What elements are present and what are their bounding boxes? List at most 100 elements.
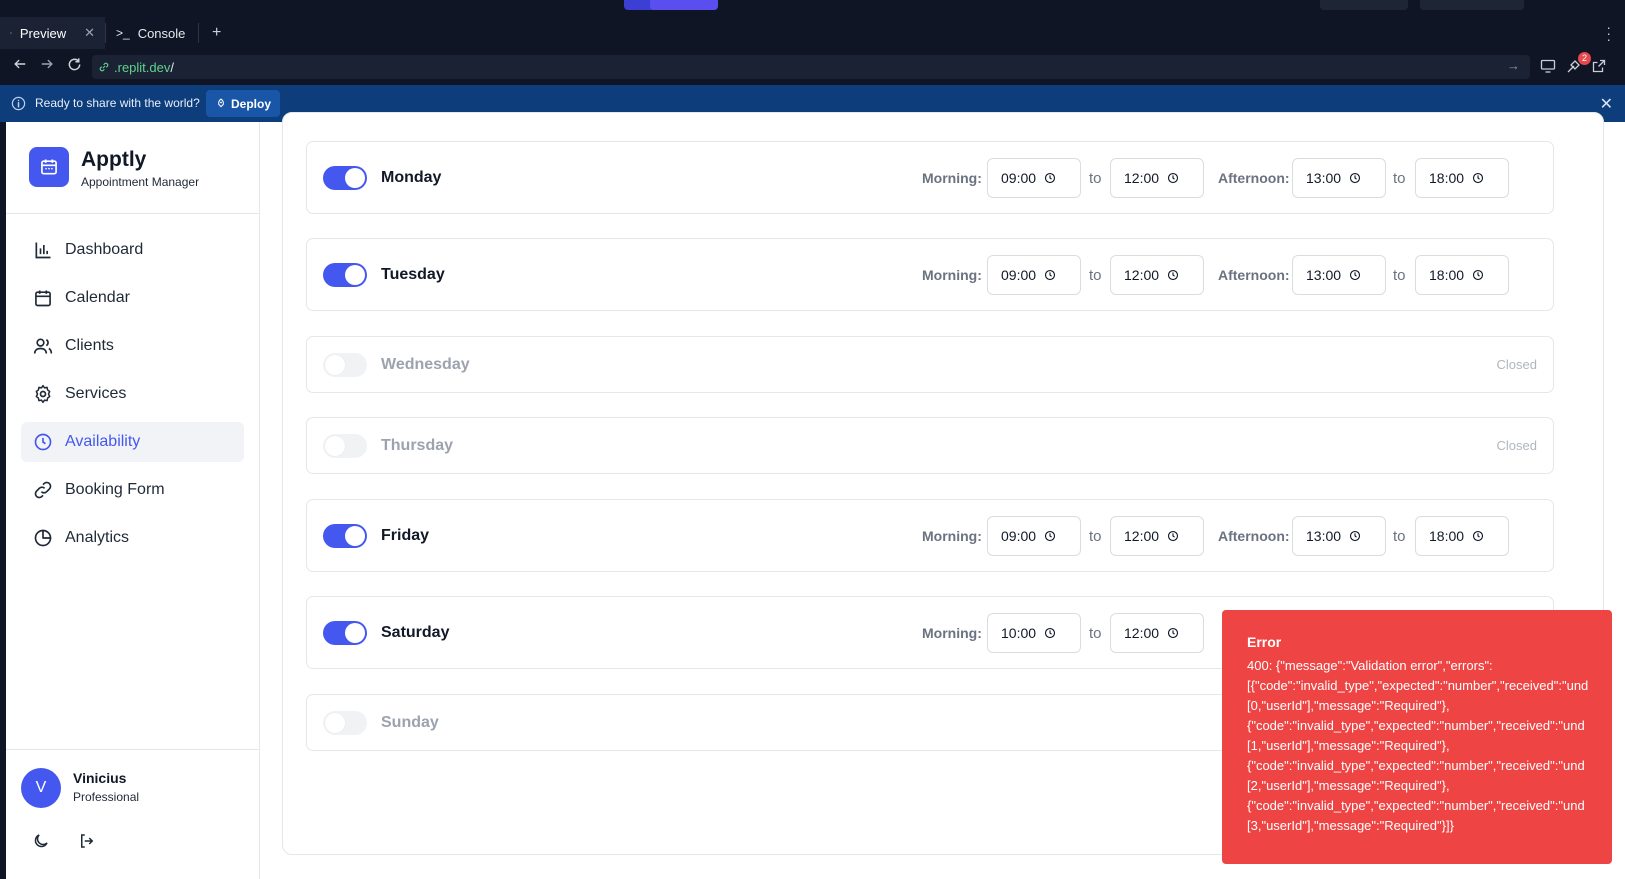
day-toggle[interactable] — [323, 166, 367, 190]
toast-message-line: 400: {"message":"Validation error","erro… — [1247, 658, 1493, 673]
morning-start-input[interactable]: 10:00 — [987, 613, 1081, 653]
time-value: 13:00 — [1306, 267, 1342, 283]
forward-button[interactable] — [37, 57, 57, 77]
day-row-tuesday: Tuesday Morning: 09:00 to 12:00 Afternoo… — [306, 238, 1554, 311]
day-toggle[interactable] — [323, 353, 367, 377]
gear-icon — [35, 384, 51, 404]
go-arrow-icon[interactable]: → — [1507, 58, 1520, 73]
clock-icon — [34, 433, 52, 451]
user-profile: V Vinicius Professional — [6, 749, 260, 879]
new-tab-button[interactable]: + — [202, 17, 232, 49]
day-row-wednesday: Wednesday Closed — [306, 336, 1554, 393]
arrow-right-icon — [41, 59, 53, 69]
morning-label: Morning: — [922, 267, 982, 283]
morning-start-input[interactable]: 09:00 — [987, 516, 1081, 556]
bar-chart-icon — [35, 242, 51, 259]
pie-chart-icon — [34, 529, 52, 547]
sidebar-item-label: Clients — [65, 337, 114, 354]
morning-end-input[interactable]: 12:00 — [1110, 255, 1204, 295]
morning-label: Morning: — [922, 170, 982, 186]
error-toast[interactable]: Error 400: {"message":"Validation error"… — [1222, 610, 1612, 864]
day-name: Tuesday — [381, 266, 445, 283]
morning-end-input[interactable]: 12:00 — [1110, 516, 1204, 556]
logout-icon — [81, 834, 94, 848]
morning-end-input[interactable]: 12:00 — [1110, 613, 1204, 653]
back-button[interactable] — [10, 57, 30, 77]
afternoon-end-input[interactable]: 18:00 — [1415, 158, 1509, 198]
morning-end-input[interactable]: 12:00 — [1110, 158, 1204, 198]
user-role: Professional — [73, 790, 140, 804]
toast-message-line: {"code":"invalid_type","expected":"numbe… — [1247, 798, 1585, 813]
to-label: to — [1393, 267, 1406, 284]
afternoon-start-input[interactable]: 13:00 — [1292, 516, 1386, 556]
close-banner-icon[interactable]: ✕ — [1600, 94, 1613, 114]
deploy-button[interactable]: Deploy — [206, 90, 281, 117]
sidebar-item-dashboard[interactable]: Dashboard — [21, 230, 244, 270]
devices-icon[interactable] — [1540, 58, 1558, 76]
sidebar-item-label: Booking Form — [65, 481, 165, 498]
toast-message-line: [2,"userId"],"message":"Required"}, — [1247, 778, 1450, 793]
close-tab-icon[interactable]: ✕ — [84, 25, 95, 41]
reload-icon — [68, 58, 80, 71]
time-value: 12:00 — [1124, 267, 1160, 283]
afternoon-start-input[interactable]: 13:00 — [1292, 255, 1386, 295]
tab-preview[interactable]: Preview ✕ — [0, 17, 105, 49]
sidebar-item-services[interactable]: Services — [21, 374, 244, 414]
toast-message-line: [1,"userId"],"message":"Required"}, — [1247, 738, 1450, 753]
sidebar-item-clients[interactable]: Clients — [21, 326, 244, 366]
tab-console[interactable]: >_ Console — [106, 17, 198, 49]
more-menu-icon[interactable]: · · · — [1606, 20, 1611, 46]
closed-label: Closed — [1496, 357, 1537, 372]
clock-icon — [1167, 269, 1179, 281]
sidebar-nav: Dashboard Calendar Clients Services Avai… — [21, 230, 244, 566]
plus-icon: + — [212, 24, 222, 41]
sidebar: Apptly Appointment Manager Dashboard Cal… — [6, 122, 260, 879]
clock-icon — [1349, 530, 1361, 542]
url-field[interactable]: .replit.dev / → — [92, 55, 1530, 79]
afternoon-end-input[interactable]: 18:00 — [1415, 516, 1509, 556]
day-name: Friday — [381, 527, 430, 544]
notification-badge: 2 — [1578, 52, 1591, 65]
afternoon-end-input[interactable]: 18:00 — [1415, 255, 1509, 295]
clock-icon — [1349, 269, 1361, 281]
time-value: 10:00 — [1001, 625, 1037, 641]
sidebar-item-label: Services — [65, 385, 127, 402]
sidebar-item-booking-form[interactable]: Booking Form — [21, 470, 244, 510]
day-row-monday: Monday Morning: 09:00 to 12:00 Afternoon… — [306, 141, 1554, 214]
top-pill — [1420, 0, 1524, 10]
day-toggle[interactable] — [323, 434, 367, 458]
theme-toggle-button[interactable] — [32, 832, 52, 852]
tab-bar: Preview ✕ >_ Console + · · · — [0, 17, 1625, 49]
clock-icon — [1167, 627, 1179, 639]
toast-message-line: {"code":"invalid_type","expected":"numbe… — [1247, 758, 1585, 773]
morning-start-input[interactable]: 09:00 — [987, 255, 1081, 295]
sidebar-item-label: Availability — [65, 433, 141, 450]
sidebar-item-calendar[interactable]: Calendar — [21, 278, 244, 318]
deploy-label: Deploy — [231, 96, 272, 111]
time-value: 12:00 — [1124, 625, 1160, 641]
avatar[interactable]: V — [21, 768, 61, 808]
closed-label: Closed — [1496, 438, 1537, 453]
sidebar-item-analytics[interactable]: Analytics — [21, 518, 244, 558]
clock-icon — [1044, 269, 1056, 281]
open-external-icon[interactable] — [1591, 58, 1609, 76]
sidebar-item-availability[interactable]: Availability — [21, 422, 244, 462]
day-name: Wednesday — [381, 356, 470, 373]
day-toggle[interactable] — [323, 711, 367, 735]
banner-message: Ready to share with the world? — [35, 96, 200, 110]
reload-button[interactable] — [64, 57, 84, 77]
afternoon-start-input[interactable]: 13:00 — [1292, 158, 1386, 198]
afternoon-label: Afternoon: — [1218, 170, 1290, 186]
logout-button[interactable] — [78, 832, 98, 852]
morning-start-input[interactable]: 09:00 — [987, 158, 1081, 198]
toast-message-line: [{"code":"invalid_type","expected":"numb… — [1247, 678, 1589, 693]
to-label: to — [1089, 170, 1102, 187]
calendar-icon — [35, 290, 51, 307]
day-toggle[interactable] — [323, 263, 367, 287]
day-name: Thursday — [381, 437, 454, 454]
tab-divider — [198, 23, 199, 43]
morning-label: Morning: — [922, 528, 982, 544]
day-toggle[interactable] — [323, 524, 367, 548]
address-bar: .replit.dev / → 2 — [0, 49, 1625, 85]
day-toggle[interactable] — [323, 621, 367, 645]
